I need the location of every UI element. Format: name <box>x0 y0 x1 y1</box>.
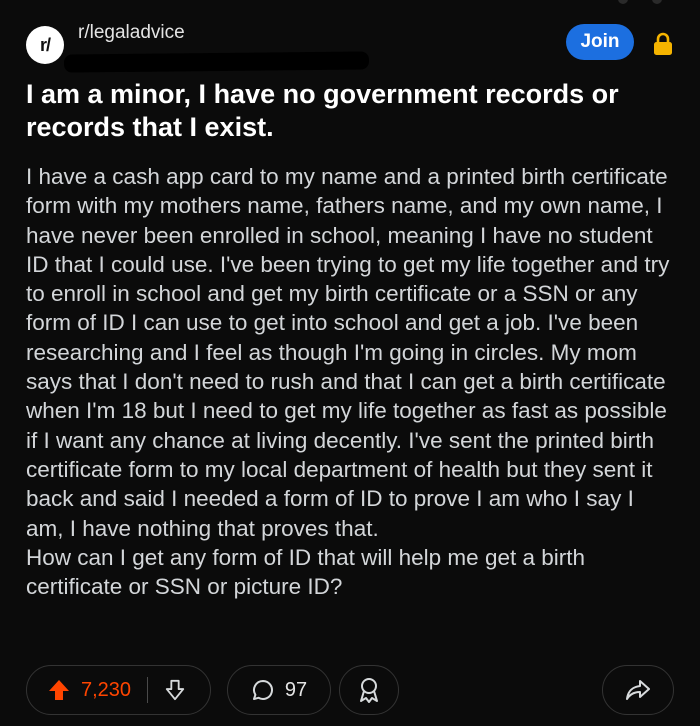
comment-icon <box>252 680 273 700</box>
downvote-icon[interactable] <box>164 678 186 702</box>
status-dot <box>652 0 662 4</box>
upvote-icon[interactable] <box>47 678 71 702</box>
vote-pill: 7,230 <box>26 665 211 715</box>
vote-count: 7,230 <box>81 678 132 701</box>
share-button[interactable] <box>602 665 674 715</box>
comment-button[interactable]: 97 <box>227 665 331 715</box>
subreddit-name[interactable]: r/legaladvice <box>78 22 185 44</box>
share-icon <box>626 680 650 700</box>
post-title: I am a minor, I have no government recor… <box>26 79 619 142</box>
status-dot <box>618 0 628 4</box>
post-header: r/ r/legaladvice Join <box>26 22 676 73</box>
subreddit-avatar[interactable]: r/ <box>26 26 64 64</box>
award-icon <box>360 678 378 703</box>
lock-icon <box>654 32 672 55</box>
vote-divider <box>147 677 149 703</box>
join-button[interactable]: Join <box>566 24 634 60</box>
redaction-mark <box>63 51 370 73</box>
top-strip <box>0 0 700 8</box>
action-bar: 7,230 97 <box>26 665 676 717</box>
award-button[interactable] <box>339 665 399 715</box>
comment-count: 97 <box>284 678 308 701</box>
post-body: I have a cash app card to my name and a … <box>26 164 670 600</box>
